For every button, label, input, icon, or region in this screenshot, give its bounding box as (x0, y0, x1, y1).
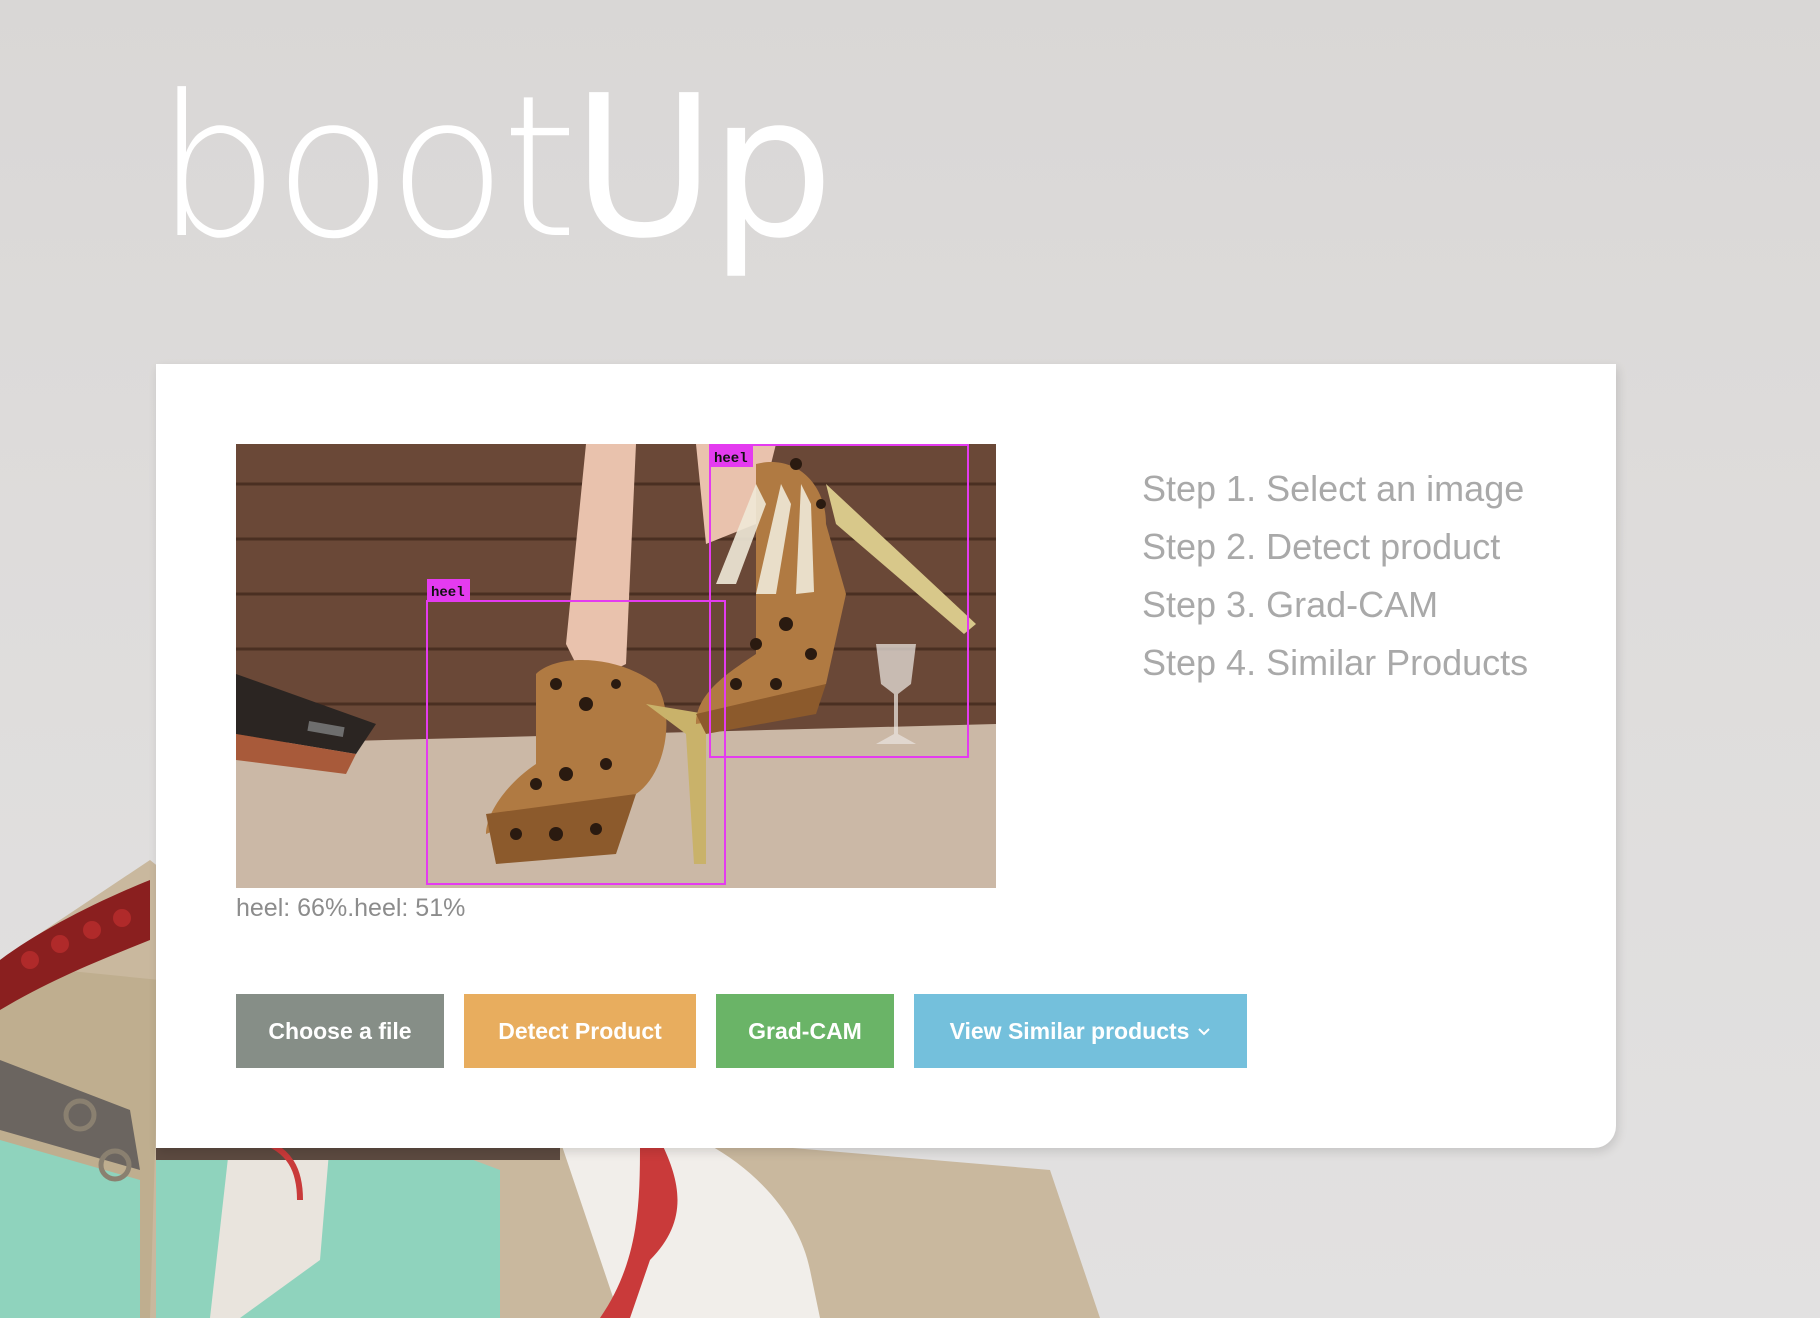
detect-product-button[interactable]: Detect Product (464, 994, 696, 1068)
chevron-down-icon (1198, 1028, 1211, 1036)
detection-label: heel (714, 451, 748, 467)
action-bar: Choose a file Detect Product Grad-CAM Vi… (236, 994, 1247, 1068)
view-similar-products-button[interactable]: View Similar products (914, 994, 1247, 1068)
brand-suffix: Up (572, 54, 834, 282)
detect-product-label: Detect Product (498, 1017, 662, 1044)
step-4: Step 4. Similar Products (1142, 642, 1529, 683)
brand-prefix: boot (155, 54, 578, 282)
grad-cam-button[interactable]: Grad-CAM (716, 994, 894, 1068)
step-1: Step 1. Select an image (1142, 468, 1525, 509)
step-3: Step 3. Grad-CAM (1142, 584, 1439, 625)
detection-canvas: heel heel (236, 444, 996, 888)
brand-logo: bootUp (155, 70, 834, 266)
main-card: heel heel heel: 66%.heel: 51% Step 1. Se… (156, 364, 1616, 1148)
page: bootUp heel heel heel: 66%.heel: 51% Ste… (0, 0, 1820, 1318)
choose-file-button[interactable]: Choose a file (236, 994, 444, 1068)
product-preview-image: heel heel (236, 444, 996, 888)
grad-cam-label: Grad-CAM (748, 1017, 862, 1044)
detection-label: heel (431, 585, 465, 601)
steps-list: Step 1. Select an image Step 2. Detect p… (1142, 460, 1528, 692)
choose-file-label: Choose a file (268, 1017, 412, 1044)
detection-result-text: heel: 66%.heel: 51% (236, 894, 466, 922)
step-2: Step 2. Detect product (1142, 526, 1501, 567)
view-similar-products-label: View Similar products (949, 1017, 1190, 1044)
